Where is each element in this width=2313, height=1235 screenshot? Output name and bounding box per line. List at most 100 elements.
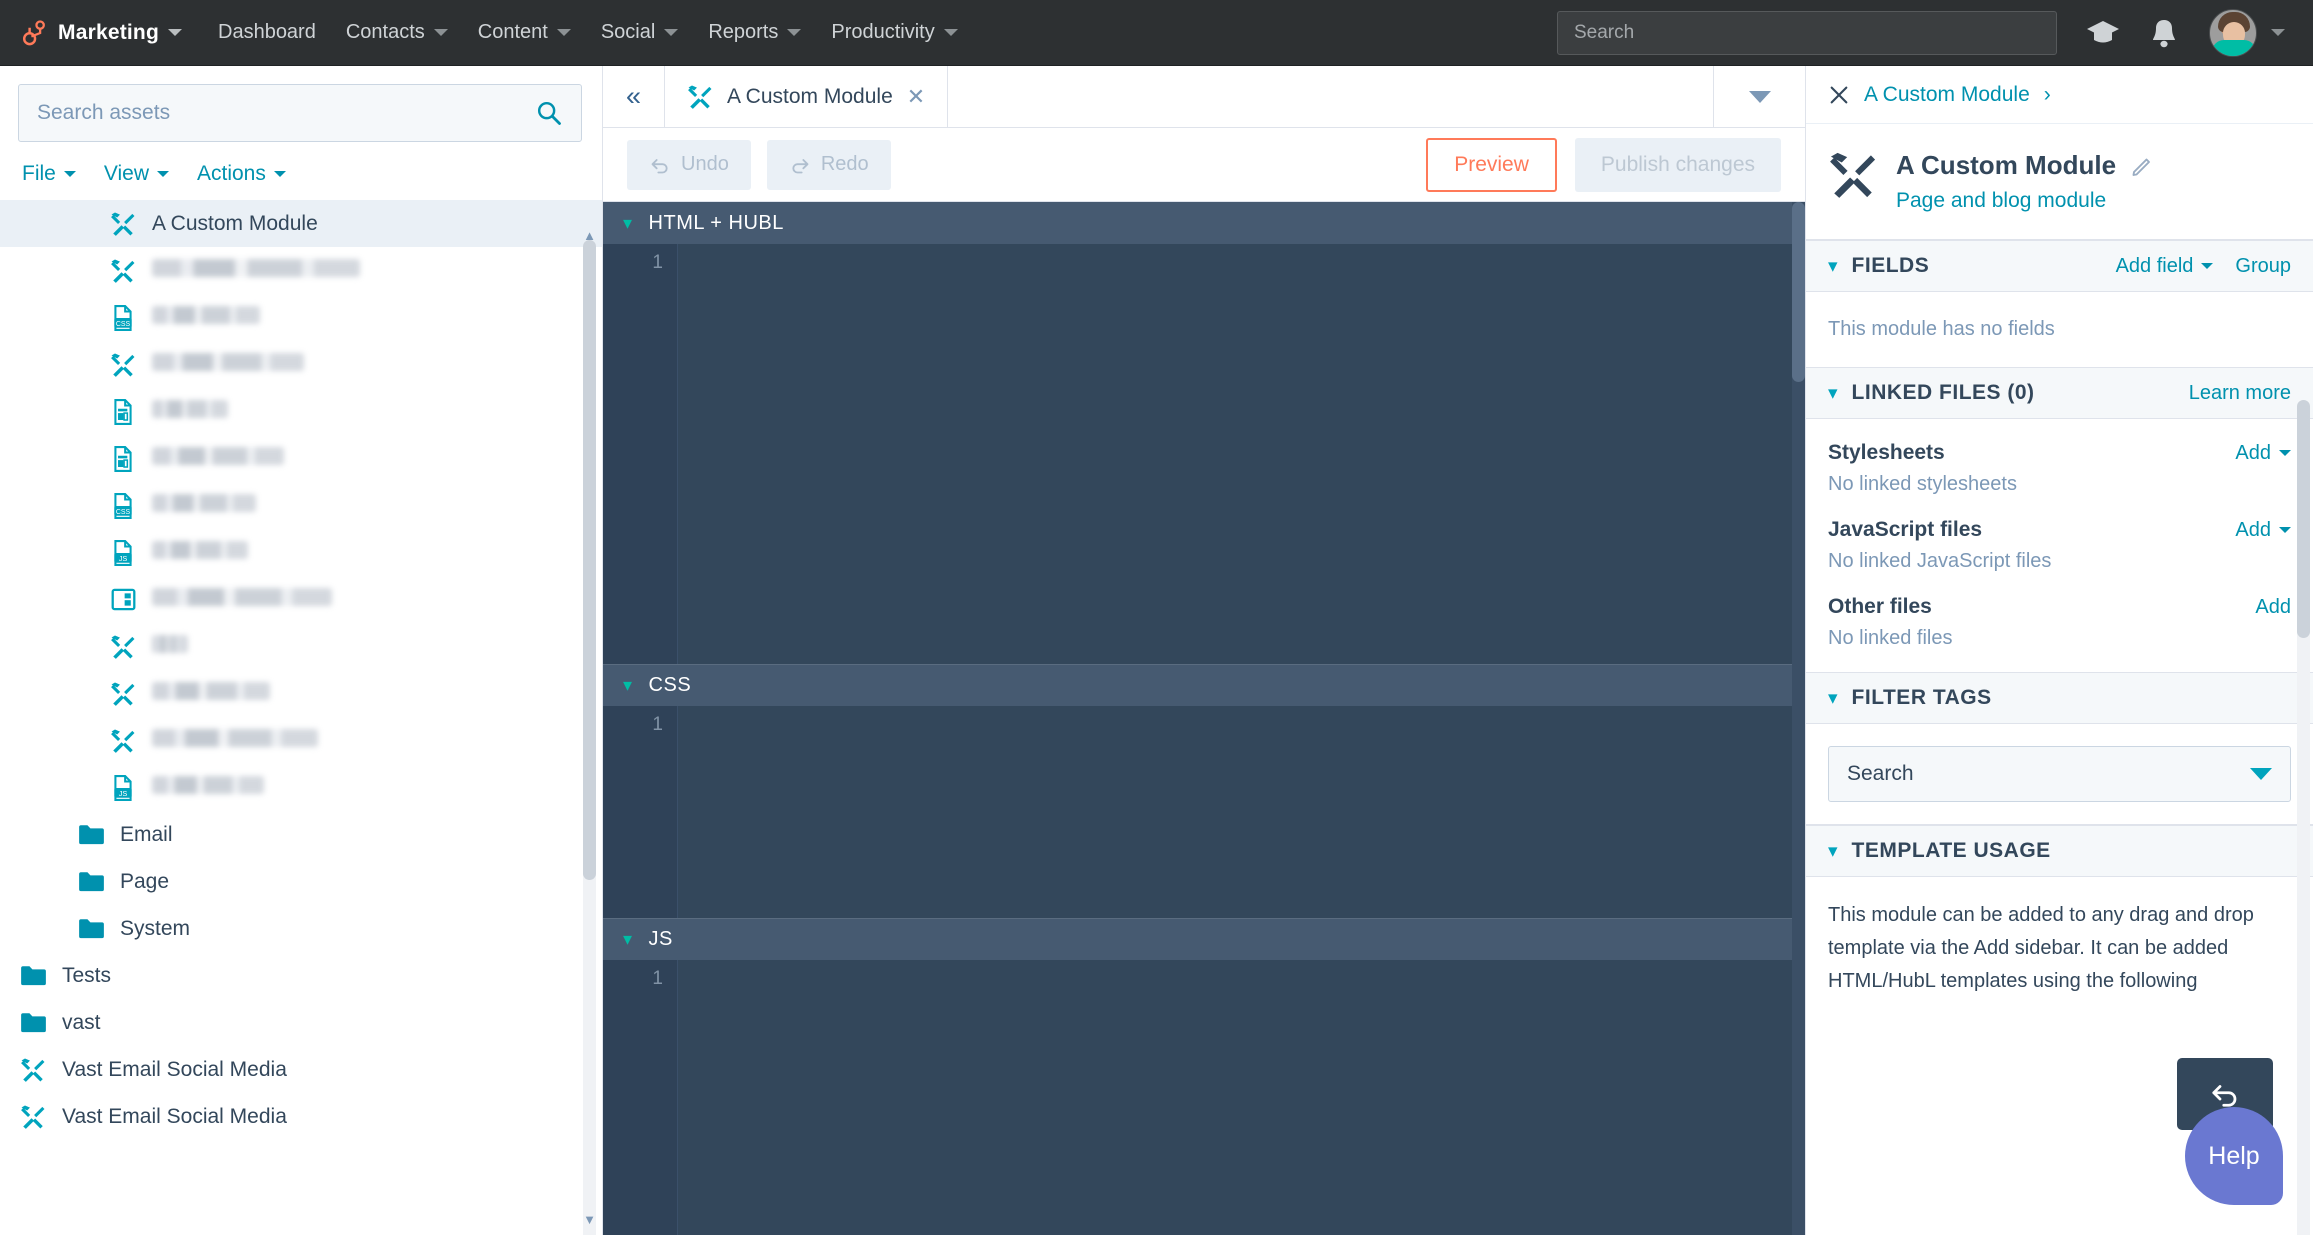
right-panel-scroll-thumb[interactable] [2297, 400, 2310, 638]
panel-title: CSS [648, 674, 692, 696]
collapse-sidebar-button[interactable]: « [603, 66, 665, 127]
section-header-fields[interactable]: ▾ FIELDS Add field Group [1806, 240, 2313, 292]
nav-label: Dashboard [218, 21, 316, 43]
account-menu-caret-icon[interactable] [2271, 29, 2285, 36]
tree-item[interactable] [0, 717, 602, 764]
help-button[interactable]: Help [2185, 1107, 2283, 1205]
brand-caret-icon [168, 29, 182, 36]
tree-item[interactable] [0, 435, 602, 482]
add-other-file-button[interactable]: Add [2255, 596, 2291, 619]
filter-tags-body: Search [1806, 724, 2313, 825]
search-assets-field[interactable] [18, 84, 582, 142]
nav-item-contacts[interactable]: Contacts [316, 0, 448, 65]
panel-header-html-hubl[interactable]: ▾ HTML + HUBL [603, 202, 1805, 244]
filter-tags-select[interactable]: Search [1828, 746, 2291, 802]
add-javascript-button[interactable]: Add [2235, 519, 2291, 542]
module-subtitle[interactable]: Page and blog module [1896, 181, 2154, 213]
nav-item-content[interactable]: Content [448, 0, 571, 65]
menu-view[interactable]: View [104, 162, 169, 186]
breadcrumb-label[interactable]: A Custom Module [1864, 83, 2030, 107]
sidebar-scroll-thumb[interactable] [583, 240, 596, 880]
app-root: Marketing Dashboard Contacts Content Soc… [0, 0, 2313, 1235]
pencil-icon[interactable] [2130, 154, 2154, 178]
folder-icon [74, 917, 108, 940]
tree-item[interactable]: Email [0, 811, 602, 858]
tabbar-dropdown-button[interactable] [1713, 66, 1805, 127]
chevron-down-icon [2279, 527, 2291, 533]
nav-item-dashboard[interactable]: Dashboard [188, 0, 316, 65]
add-field-button[interactable]: Add field [2116, 255, 2214, 278]
editor-scroll-thumb[interactable] [1792, 202, 1805, 382]
panel-header-css[interactable]: ▾ CSS [603, 664, 1805, 706]
hubspot-logo[interactable]: Marketing [0, 0, 188, 65]
search-input[interactable] [37, 101, 500, 125]
tree-item[interactable]: System [0, 905, 602, 952]
css-file-icon: CSS [114, 304, 132, 331]
tree-item[interactable] [0, 576, 602, 623]
menu-actions[interactable]: Actions [197, 162, 286, 186]
preview-button[interactable]: Preview [1426, 137, 1557, 192]
redo-button[interactable]: Redo [766, 139, 891, 190]
tree-item[interactable] [0, 341, 602, 388]
close-icon[interactable] [1828, 84, 1850, 106]
notifications-button[interactable] [2121, 17, 2179, 49]
redacted-filename [152, 540, 248, 559]
tree-item[interactable]: A Custom Module [0, 200, 602, 247]
module-summary: A Custom Module Page and blog module [1806, 124, 2313, 240]
close-icon[interactable]: ✕ [907, 84, 925, 110]
module-icon [1830, 152, 1876, 198]
tree-item[interactable]: JS [0, 529, 602, 576]
tree-item[interactable]: Vast Email Social Media [0, 1046, 602, 1093]
code-panel-js[interactable]: 1 [603, 960, 1805, 1235]
tree-item[interactable]: CSS [0, 294, 602, 341]
code-panel-html-hubl[interactable]: 1 [603, 244, 1805, 664]
svg-text:CSS: CSS [116, 320, 131, 327]
brand-label: Marketing [58, 20, 159, 44]
nav-item-social[interactable]: Social [571, 0, 679, 65]
module-icon [111, 212, 135, 236]
nav-item-reports[interactable]: Reports [678, 0, 802, 65]
editor-tab-a-custom-module[interactable]: A Custom Module ✕ [665, 66, 949, 127]
module-icon [106, 211, 140, 237]
nav-item-productivity[interactable]: Productivity [801, 0, 958, 65]
redacted-filename [152, 352, 304, 371]
section-header-linked-files[interactable]: ▾ LINKED FILES (0) Learn more [1806, 367, 2313, 419]
menu-actions-label: Actions [196, 162, 266, 185]
tree-item[interactable]: JS [0, 764, 602, 811]
add-stylesheet-button[interactable]: Add [2235, 442, 2291, 465]
tree-item[interactable] [0, 623, 602, 670]
tree-item[interactable]: CSS [0, 482, 602, 529]
tree-item[interactable]: vast [0, 999, 602, 1046]
avatar[interactable] [2209, 8, 2257, 57]
sidebar-scrollbar[interactable] [583, 240, 596, 1235]
section-header-template-usage[interactable]: ▾ TEMPLATE USAGE [1806, 825, 2313, 877]
chevron-down-icon [433, 29, 448, 36]
tree-item[interactable] [0, 670, 602, 717]
learn-more-link[interactable]: Learn more [2189, 382, 2291, 405]
right-panel-scrollbar[interactable] [2297, 400, 2310, 1235]
undo-button[interactable]: Undo [627, 139, 751, 190]
tree-item[interactable]: Vast Email Social Media [0, 1093, 602, 1140]
stylesheets-label: Stylesheets [1828, 441, 1945, 464]
tree-item[interactable] [0, 247, 602, 294]
global-search-input[interactable]: Search [1557, 10, 2057, 55]
graduation-cap-icon [2087, 20, 2119, 42]
sidebar-scroll-down-arrow[interactable]: ▼ [583, 1212, 596, 1227]
editor-scrollbar[interactable] [1792, 202, 1805, 1235]
template-usage-title: TEMPLATE USAGE [1851, 839, 2051, 862]
academy-button[interactable] [2057, 18, 2121, 48]
code-panels: ▾ HTML + HUBL 1 ▾ CSS 1 ▾ JS 1 [603, 202, 1805, 1235]
tree-item-label [140, 305, 260, 330]
redacted-filename [152, 587, 332, 606]
tree-item[interactable]: Page [0, 858, 602, 905]
panel-header-js[interactable]: ▾ JS [603, 918, 1805, 960]
menu-file[interactable]: File [22, 162, 76, 186]
tree-item[interactable] [0, 388, 602, 435]
css-file-icon: CSS [106, 492, 140, 519]
group-button[interactable]: Group [2235, 255, 2291, 278]
tree-item[interactable]: Tests [0, 952, 602, 999]
assets-search-wrap [0, 66, 602, 148]
section-header-filter-tags[interactable]: ▾ FILTER TAGS [1806, 672, 2313, 724]
module-icon [16, 1057, 50, 1083]
code-panel-css[interactable]: 1 [603, 706, 1805, 918]
